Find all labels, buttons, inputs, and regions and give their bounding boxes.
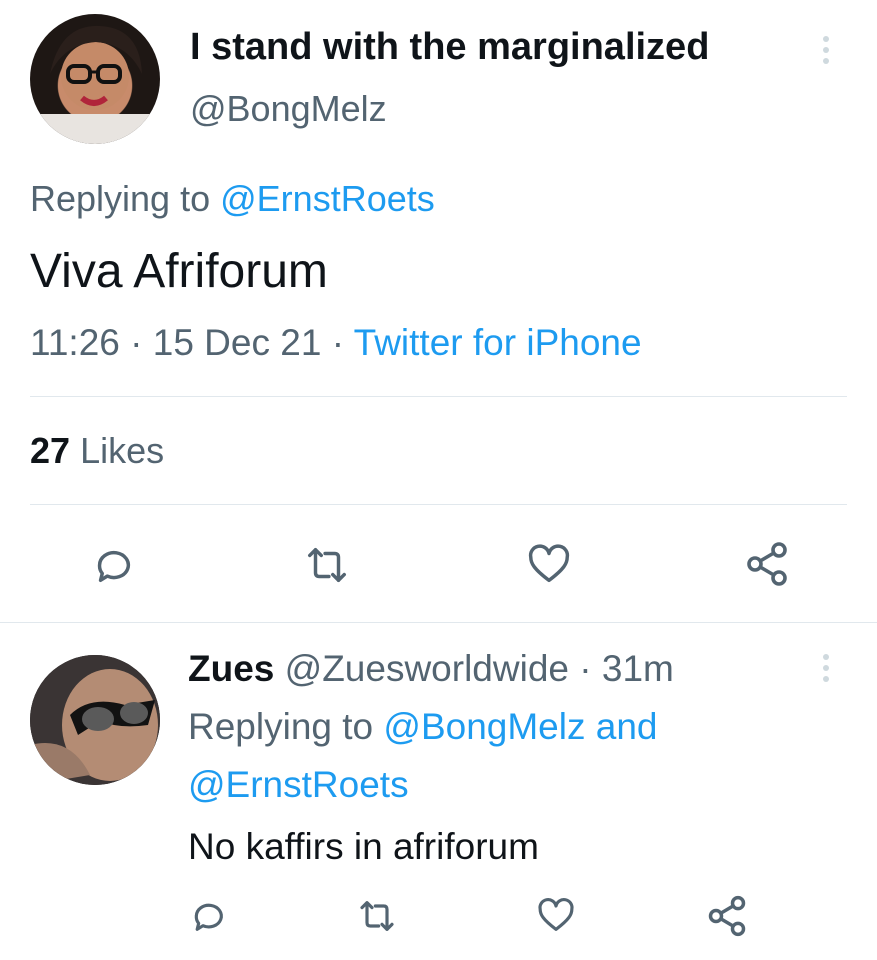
- reply-icon[interactable]: [188, 896, 228, 936]
- tweet-time[interactable]: 11:26: [30, 322, 120, 363]
- replying-prefix: Replying to: [188, 706, 374, 747]
- divider: [30, 504, 847, 505]
- reply-display-name[interactable]: Zues: [188, 648, 274, 689]
- like-icon[interactable]: [525, 542, 573, 588]
- divider: [30, 396, 847, 397]
- author-avatar[interactable]: [30, 14, 160, 144]
- share-icon[interactable]: [742, 540, 792, 588]
- author-display-name[interactable]: I stand with the marginalized: [190, 26, 709, 69]
- divider: [0, 622, 877, 623]
- meta-separator: ·: [331, 322, 345, 363]
- retweet-icon[interactable]: [355, 896, 399, 936]
- meta-separator: ·: [130, 322, 143, 363]
- share-icon[interactable]: [705, 894, 749, 938]
- like-icon[interactable]: [535, 896, 577, 936]
- reply-header: Zues @Zuesworldwide · 31m: [188, 648, 674, 690]
- replying-to-link[interactable]: @ErnstRoets: [188, 764, 409, 806]
- likes-count: 27: [30, 430, 71, 471]
- meta-separator: ·: [579, 648, 592, 689]
- reply-icon[interactable]: [90, 542, 136, 588]
- author-handle[interactable]: @BongMelz: [190, 88, 387, 130]
- tweet-text: Viva Afriforum: [30, 245, 328, 298]
- likes-label: Likes: [80, 430, 165, 471]
- more-icon[interactable]: [822, 654, 830, 687]
- more-icon[interactable]: [822, 36, 830, 69]
- reply-text: No kaffirs in afriforum: [188, 826, 539, 867]
- avatar-face: [30, 655, 160, 785]
- likes-stat[interactable]: 27 Likes: [30, 430, 164, 472]
- reply-author-avatar[interactable]: [30, 655, 160, 785]
- reply-time[interactable]: 31m: [602, 648, 674, 689]
- replying-to-line: Replying to @ErnstRoets: [30, 178, 435, 220]
- replying-to-and: and: [595, 706, 658, 747]
- replying-prefix: Replying to: [30, 178, 211, 219]
- tweet-meta: 11:26 · 15 Dec 21 · Twitter for iPhone: [30, 322, 642, 364]
- reply-handle[interactable]: @Zuesworldwide: [285, 648, 569, 689]
- replying-to-link[interactable]: @BongMelz: [383, 706, 585, 747]
- reply-replying-to-line: Replying to @BongMelz and: [188, 706, 658, 748]
- tweet-date[interactable]: 15 Dec 21: [153, 322, 322, 363]
- replying-to-link[interactable]: @ErnstRoets: [220, 178, 435, 219]
- avatar-face: [30, 25, 160, 144]
- tweet-source[interactable]: Twitter for iPhone: [354, 322, 642, 363]
- retweet-icon[interactable]: [302, 542, 352, 588]
